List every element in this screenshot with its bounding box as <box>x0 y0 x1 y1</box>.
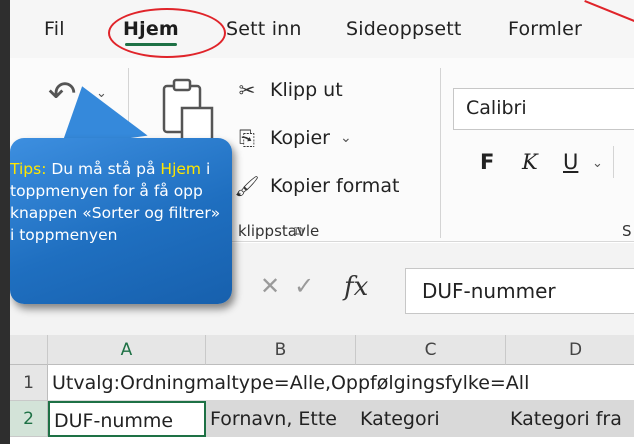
formula-input[interactable]: DUF-nummer <box>405 268 634 314</box>
cut-button[interactable]: ✂ Klipp ut <box>234 78 343 102</box>
row-header-2[interactable]: 2 <box>10 401 48 437</box>
chevron-down-icon[interactable]: ⌄ <box>340 130 352 146</box>
annotation-line <box>584 0 634 32</box>
font-name-box[interactable]: Calibri <box>453 88 634 130</box>
cut-label: Klipp ut <box>270 79 343 101</box>
cell-a2[interactable]: DUF-numme <box>48 401 206 437</box>
italic-button[interactable]: K <box>522 150 538 174</box>
tab-sideoppsett[interactable]: Sideoppsett <box>346 18 462 40</box>
column-header-a[interactable]: A <box>48 335 206 365</box>
cell-a1[interactable]: Utvalg:Ordningmaltype=Alle,Oppfølgingsfy… <box>48 365 634 401</box>
ribbon-tab-bar: Fil Hjem Sett inn Sideoppsett Formler <box>10 0 634 58</box>
select-all-corner[interactable] <box>10 335 48 365</box>
formula-bar-controls: ✕ ✓ <box>260 272 314 300</box>
tab-formler[interactable]: Formler <box>508 18 582 40</box>
callout-prefix: Tips: <box>10 160 47 178</box>
underline-button[interactable]: U <box>563 150 578 174</box>
dialog-launcher-icon[interactable]: ⧉ <box>294 224 303 239</box>
callout-highlight: Hjem <box>160 160 202 178</box>
row-header-1[interactable]: 1 <box>10 365 48 401</box>
tip-callout: Tips: Du må stå på Hjem i toppmenyen for… <box>10 138 232 304</box>
callout-text-1: Du må stå på <box>46 160 161 178</box>
format-painter-button[interactable]: 🖌 Kopier format <box>234 174 399 198</box>
insert-function-button[interactable]: fx <box>344 272 368 302</box>
divider <box>613 146 614 178</box>
copy-button[interactable]: ⎘ Kopier ⌄ <box>234 126 352 150</box>
cell-b2[interactable]: Fornavn, Ette <box>206 401 356 437</box>
column-header-b[interactable]: B <box>206 335 356 365</box>
annotation-circle <box>108 8 226 58</box>
clipboard-group-label: klippstavle <box>238 222 320 240</box>
excel-window: Fil Hjem Sett inn Sideoppsett Formler ↶ … <box>0 0 634 444</box>
divider <box>440 68 441 238</box>
cell-d2[interactable]: Kategori fra <box>506 401 634 437</box>
confirm-icon[interactable]: ✓ <box>294 272 314 300</box>
chevron-down-icon[interactable]: ⌄ <box>592 156 603 171</box>
cell-c2[interactable]: Kategori <box>356 401 506 437</box>
format-painter-label: Kopier format <box>270 175 400 197</box>
bold-button[interactable]: F <box>480 150 494 174</box>
cancel-icon[interactable]: ✕ <box>260 272 280 300</box>
column-header-d[interactable]: D <box>506 335 634 365</box>
font-group-label: S <box>622 222 632 240</box>
copy-label: Kopier <box>270 127 330 149</box>
brush-icon: 🖌 <box>234 174 260 198</box>
column-header-c[interactable]: C <box>356 335 506 365</box>
copy-icon: ⎘ <box>239 126 255 150</box>
tab-fil[interactable]: Fil <box>44 18 65 40</box>
scissors-icon: ✂ <box>238 78 256 102</box>
tab-sett-inn[interactable]: Sett inn <box>226 18 302 40</box>
